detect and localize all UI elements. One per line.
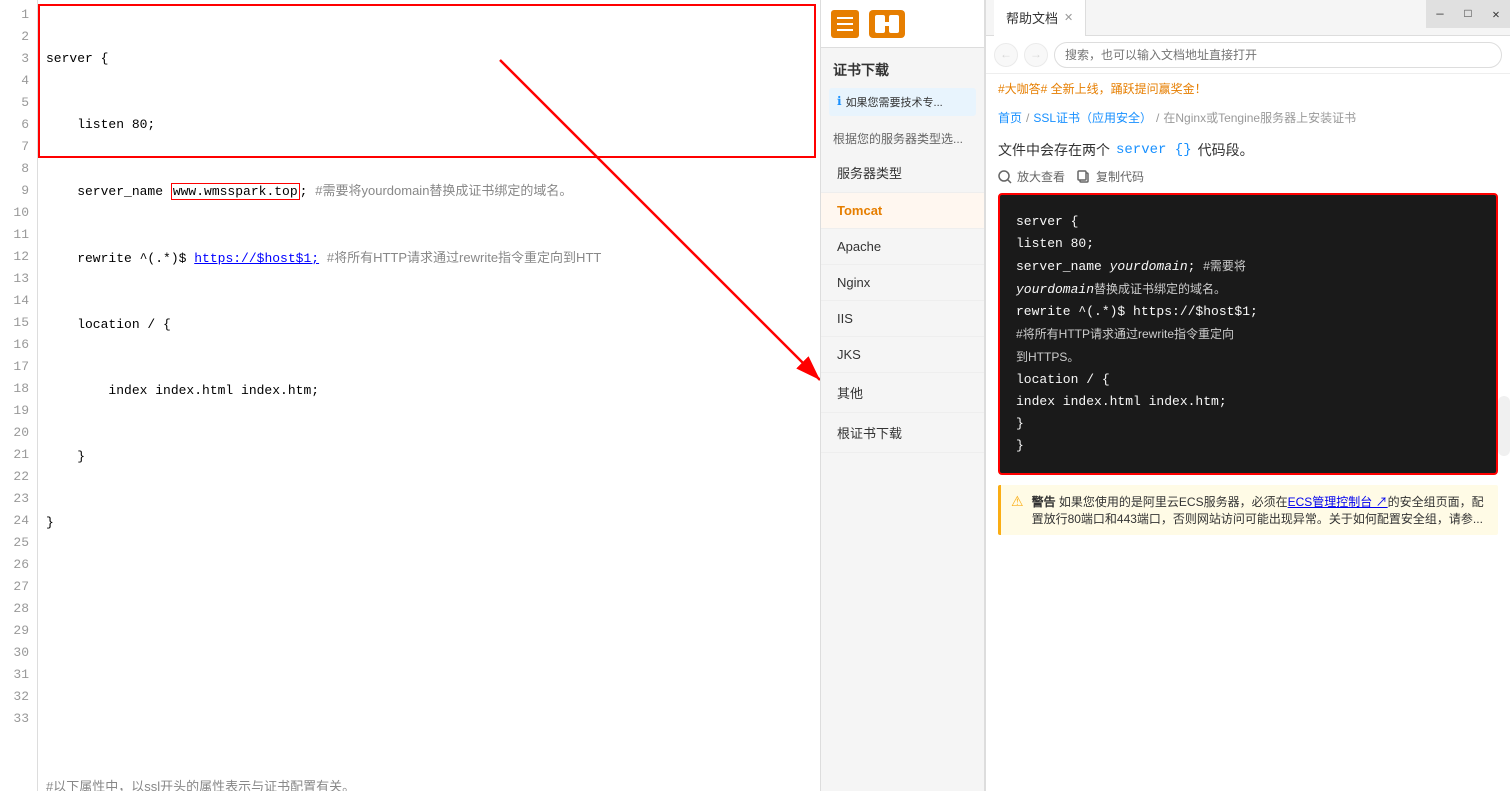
- line-numbers: 12345 678910 1112131415 1617181920 21222…: [0, 0, 38, 791]
- sidebar-item-tomcat[interactable]: Tomcat: [821, 193, 984, 229]
- search-input[interactable]: [1054, 42, 1502, 68]
- breadcrumb-home[interactable]: 首页: [998, 109, 1022, 126]
- code-editor-panel: 12345 678910 1112131415 1617181920 21222…: [0, 0, 820, 791]
- sidebar-menu: 服务器类型 Tomcat Apache Nginx IIS JKS 其他 根证书…: [821, 153, 984, 791]
- sidebar-item-other[interactable]: 其他: [821, 373, 984, 413]
- top-nav-bar: [821, 0, 984, 48]
- code-area: 12345 678910 1112131415 1617181920 21222…: [0, 0, 820, 791]
- restore-button[interactable]: □: [1454, 0, 1482, 28]
- sidebar-item-nginx[interactable]: Nginx: [821, 265, 984, 301]
- breadcrumb-ssl[interactable]: SSL证书（应用安全）: [1033, 109, 1152, 126]
- close-button[interactable]: ✕: [1482, 0, 1510, 28]
- content-title-text: 文件中会存在两个: [998, 140, 1110, 160]
- help-doc-tab[interactable]: 帮助文档 ✕: [994, 0, 1086, 36]
- code-content: server { listen 80; server_name www.wmss…: [38, 0, 820, 791]
- minimize-button[interactable]: —: [1426, 0, 1454, 28]
- forward-button[interactable]: →: [1024, 43, 1048, 67]
- breadcrumb-sep1: /: [1026, 111, 1029, 125]
- sidebar-item-root-cert[interactable]: 根证书下载: [821, 413, 984, 453]
- copy-action[interactable]: 复制代码: [1077, 168, 1144, 185]
- right-panel: — □ ✕ 帮助文档 ✕ ← → #大咖答# 全新上线，踊跃提问赢奖金！ 首页 …: [985, 0, 1510, 791]
- warning-text: 如果您使用的是阿里云ECS服务器，必须在ECS管理控制台 ↗的安全组页面，配置放…: [1032, 495, 1484, 526]
- warning-icon: ⚠: [1011, 493, 1024, 527]
- hamburger-menu-button[interactable]: [831, 10, 859, 38]
- tab-close-button[interactable]: ✕: [1064, 11, 1073, 24]
- warning-label: 警告: [1032, 495, 1056, 509]
- sidebar-item-apache[interactable]: Apache: [821, 229, 984, 265]
- zoom-action[interactable]: 放大查看: [998, 168, 1065, 185]
- sidebar-item-server-type[interactable]: 服务器类型: [821, 153, 984, 193]
- breadcrumb: 首页 / SSL证书（应用安全） / 在Nginx或Tengine服务器上安装证…: [986, 103, 1510, 132]
- back-button[interactable]: ←: [994, 43, 1018, 67]
- breadcrumb-sep2: /: [1156, 111, 1159, 125]
- scrollbar[interactable]: [1498, 396, 1510, 456]
- code-lines: 12345 678910 1112131415 1617181920 21222…: [0, 0, 820, 791]
- logo-icon: [869, 10, 905, 38]
- content-title-suffix: 代码段。: [1198, 140, 1254, 160]
- ecs-link[interactable]: ECS管理控制台 ↗: [1288, 495, 1388, 509]
- action-bar: 放大查看 复制代码: [998, 168, 1498, 185]
- section-title: 证书下载: [821, 48, 984, 88]
- warning-box: ⚠ 警告 如果您使用的是阿里云ECS服务器，必须在ECS管理控制台 ↗的安全组页…: [998, 485, 1498, 535]
- breadcrumb-current: 在Nginx或Tengine服务器上安装证书: [1163, 109, 1356, 126]
- content-title: 文件中会存在两个 server {} 代码段。: [998, 140, 1498, 160]
- nav-bar: ← →: [986, 36, 1510, 74]
- warning-content: 警告 如果您使用的是阿里云ECS服务器，必须在ECS管理控制台 ↗的安全组页面，…: [1032, 493, 1488, 527]
- sidebar-item-jks[interactable]: JKS: [821, 337, 984, 373]
- server-type-label: 根据您的服务器类型选...: [821, 124, 984, 153]
- main-content: 文件中会存在两个 server {} 代码段。 放大查看 复制代码: [986, 132, 1510, 791]
- code-block-dark: server { listen 80; server_name yourdoma…: [998, 193, 1498, 475]
- info-icon: ℹ: [837, 94, 842, 108]
- window-controls: — □ ✕: [1426, 0, 1510, 28]
- sidebar-item-iis[interactable]: IIS: [821, 301, 984, 337]
- info-banner: ℹ 如果您需要技术专...: [829, 88, 976, 116]
- tab-label: 帮助文档: [1006, 8, 1058, 27]
- promo-banner: #大咖答# 全新上线，踊跃提问赢奖金！: [986, 74, 1510, 103]
- middle-panel: 证书下载 ℹ 如果您需要技术专... 根据您的服务器类型选... 服务器类型 T…: [820, 0, 985, 791]
- content-title-code: server {}: [1116, 142, 1192, 158]
- promo-text: #大咖答# 全新上线，踊跃提问赢奖金！: [998, 82, 1207, 96]
- info-text: 如果您需要技术专...: [846, 94, 943, 110]
